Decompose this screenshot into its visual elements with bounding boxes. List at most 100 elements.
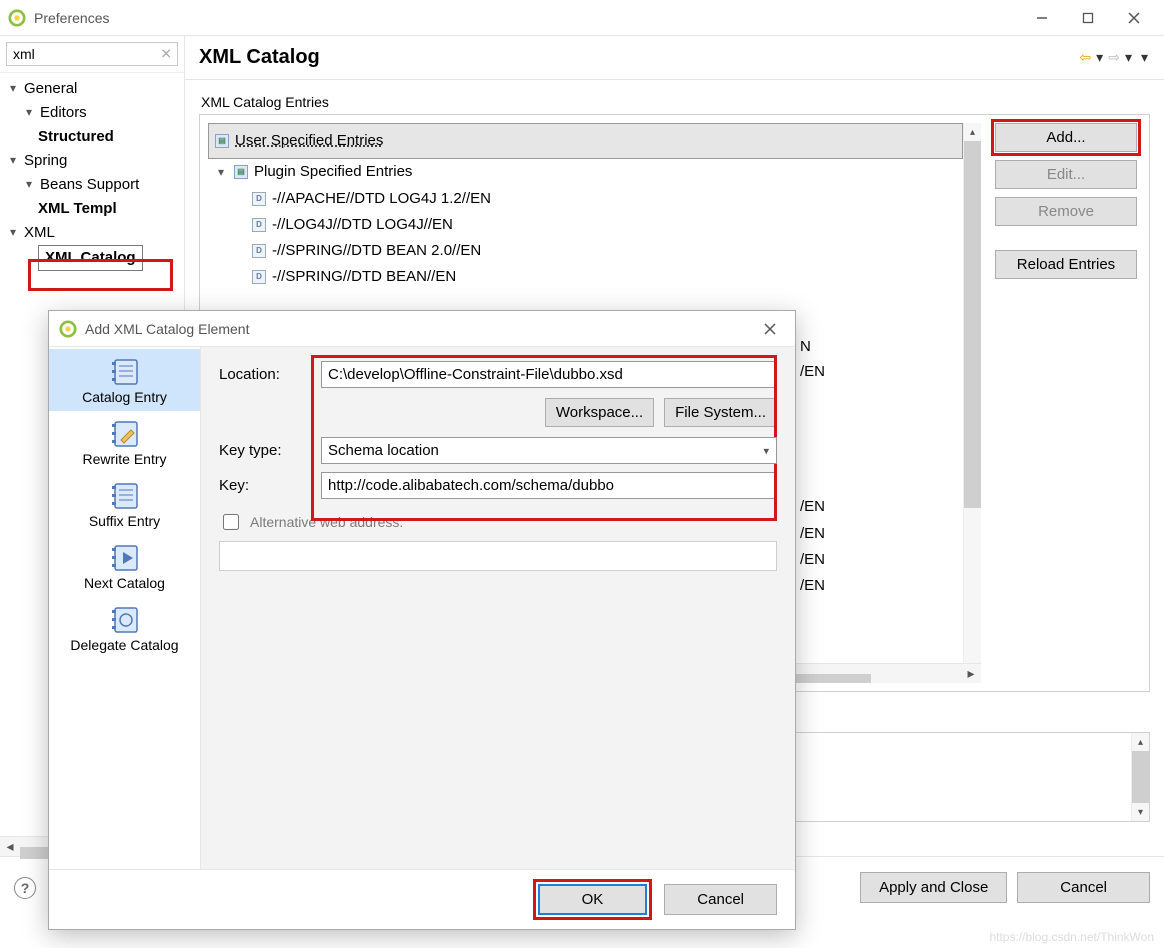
dialog-titlebar: Add XML Catalog Element bbox=[49, 311, 795, 347]
scroll-thumb[interactable] bbox=[1132, 751, 1149, 803]
file-system-button[interactable]: File System... bbox=[664, 398, 777, 427]
tree-item-beans-support[interactable]: ▾Beans Support bbox=[0, 173, 184, 197]
next-catalog-icon bbox=[107, 543, 143, 573]
entry-item[interactable]: D-//SPRING//DTD BEAN//EN bbox=[208, 264, 963, 290]
scroll-left-icon[interactable]: ◂ bbox=[0, 837, 20, 857]
dtd-icon: D bbox=[252, 270, 266, 284]
cancel-button[interactable]: Cancel bbox=[1017, 872, 1150, 903]
key-label: Key: bbox=[219, 477, 315, 494]
tree-item-xml-catalog[interactable]: XML Catalog bbox=[0, 245, 143, 271]
catalog-entry-icon bbox=[107, 357, 143, 387]
peek-text: /EN bbox=[800, 577, 825, 594]
chevron-down-icon: ▾ bbox=[214, 162, 228, 183]
apply-and-close-button[interactable]: Apply and Close bbox=[860, 872, 1007, 903]
back-menu-icon[interactable]: ▾ bbox=[1094, 49, 1105, 66]
peek-text: N bbox=[800, 338, 811, 355]
chevron-down-icon: ▾ bbox=[6, 151, 20, 170]
forward-menu-icon[interactable]: ▾ bbox=[1123, 49, 1134, 66]
entry-item[interactable]: D-//APACHE//DTD LOG4J 1.2//EN bbox=[208, 186, 963, 212]
add-xml-catalog-element-dialog: Add XML Catalog Element Catalog Entry Re… bbox=[48, 310, 796, 930]
tab-next-catalog[interactable]: Next Catalog bbox=[49, 535, 200, 597]
filter-input[interactable] bbox=[6, 42, 178, 66]
tab-catalog-entry[interactable]: Catalog Entry bbox=[49, 349, 200, 411]
tab-label: Delegate Catalog bbox=[70, 637, 178, 653]
tab-label: Suffix Entry bbox=[89, 513, 160, 529]
key-type-select[interactable]: Schema location bbox=[321, 437, 777, 464]
scroll-up-icon[interactable]: ▴ bbox=[964, 123, 981, 141]
watermark: https://blog.csdn.net/ThinkWon bbox=[989, 930, 1154, 944]
delegate-catalog-icon bbox=[107, 605, 143, 635]
tree-item-structured[interactable]: Structured bbox=[0, 125, 184, 149]
chevron-down-icon: ▾ bbox=[22, 103, 36, 122]
maximize-icon bbox=[1082, 12, 1094, 24]
dialog-tab-list: Catalog Entry Rewrite Entry Suffix Entry… bbox=[49, 347, 201, 869]
tab-delegate-catalog[interactable]: Delegate Catalog bbox=[49, 597, 200, 659]
entry-user-specified[interactable]: ▤ User Specified Entries bbox=[208, 123, 963, 159]
scroll-down-icon[interactable]: ▾ bbox=[1132, 803, 1149, 821]
peek-text: /EN bbox=[800, 498, 825, 515]
rewrite-entry-icon bbox=[107, 419, 143, 449]
highlight-annotation: OK bbox=[533, 879, 653, 920]
clear-icon[interactable]: ✕ bbox=[160, 46, 172, 63]
entry-plugin-specified[interactable]: ▾ ▤ Plugin Specified Entries bbox=[208, 159, 963, 185]
workspace-button[interactable]: Workspace... bbox=[545, 398, 654, 427]
window-close-button[interactable] bbox=[1112, 4, 1156, 32]
forward-icon[interactable]: ⇨ bbox=[1106, 49, 1122, 66]
tree-item-editors[interactable]: ▾Editors bbox=[0, 101, 184, 125]
add-button[interactable]: Add... bbox=[995, 123, 1137, 152]
alternative-web-address-checkbox[interactable] bbox=[223, 514, 239, 530]
folder-icon: ▤ bbox=[215, 134, 229, 148]
key-type-label: Key type: bbox=[219, 442, 315, 459]
chevron-down-icon: ▾ bbox=[22, 175, 36, 194]
help-button[interactable]: ? bbox=[14, 877, 36, 899]
details-vertical-scrollbar[interactable]: ▴ ▾ bbox=[1131, 733, 1149, 821]
window-title: Preferences bbox=[34, 10, 1020, 26]
dialog-cancel-button[interactable]: Cancel bbox=[664, 884, 777, 915]
close-icon bbox=[1128, 12, 1140, 24]
back-icon[interactable]: ⇦ bbox=[1077, 49, 1093, 66]
view-menu-icon[interactable]: ▾ bbox=[1139, 49, 1150, 66]
entry-item[interactable]: D-//LOG4J//DTD LOG4J//EN bbox=[208, 212, 963, 238]
peek-text: /EN bbox=[800, 363, 825, 380]
eclipse-logo-icon bbox=[59, 320, 77, 338]
tab-label: Rewrite Entry bbox=[82, 451, 166, 467]
scroll-up-icon[interactable]: ▴ bbox=[1132, 733, 1149, 751]
entries-vertical-scrollbar[interactable]: ▴ ▾ bbox=[963, 123, 981, 683]
tab-suffix-entry[interactable]: Suffix Entry bbox=[49, 473, 200, 535]
window-maximize-button[interactable] bbox=[1066, 4, 1110, 32]
location-input[interactable] bbox=[321, 361, 777, 388]
tree-item-spring[interactable]: ▾Spring bbox=[0, 149, 184, 173]
tab-rewrite-entry[interactable]: Rewrite Entry bbox=[49, 411, 200, 473]
scroll-thumb[interactable] bbox=[964, 141, 981, 508]
ok-button[interactable]: OK bbox=[538, 884, 648, 915]
tree-item-xml[interactable]: ▾XML bbox=[0, 221, 184, 245]
dialog-footer: OK Cancel bbox=[49, 869, 795, 929]
remove-button: Remove bbox=[995, 197, 1137, 226]
highlight-annotation: Add... bbox=[991, 119, 1141, 156]
tree-item-general[interactable]: ▾General bbox=[0, 77, 184, 101]
minimize-icon bbox=[1036, 12, 1048, 24]
alternative-web-address-input bbox=[219, 541, 777, 571]
scroll-right-icon[interactable]: ▸ bbox=[961, 664, 981, 684]
chevron-down-icon: ▾ bbox=[6, 223, 20, 242]
peek-text: /EN bbox=[800, 525, 825, 542]
folder-icon: ▤ bbox=[234, 165, 248, 179]
entries-label: XML Catalog Entries bbox=[201, 94, 1150, 110]
dtd-icon: D bbox=[252, 218, 266, 232]
eclipse-logo-icon bbox=[8, 9, 26, 27]
dialog-close-button[interactable] bbox=[755, 315, 785, 343]
suffix-entry-icon bbox=[107, 481, 143, 511]
main-titlebar: Preferences bbox=[0, 0, 1164, 36]
page-header: XML Catalog ⇦ ▾ ⇨ ▾ ▾ bbox=[185, 36, 1164, 80]
history-nav: ⇦ ▾ ⇨ ▾ ▾ bbox=[1077, 49, 1150, 66]
edit-button: Edit... bbox=[995, 160, 1137, 189]
reload-entries-button[interactable]: Reload Entries bbox=[995, 250, 1137, 279]
page-title: XML Catalog bbox=[199, 46, 1077, 69]
tree-item-xml-templates[interactable]: XML Templ bbox=[0, 197, 184, 221]
entry-item[interactable]: D-//SPRING//DTD BEAN 2.0//EN bbox=[208, 238, 963, 264]
key-input[interactable] bbox=[321, 472, 777, 499]
window-minimize-button[interactable] bbox=[1020, 4, 1064, 32]
chevron-down-icon: ▾ bbox=[6, 79, 20, 98]
dialog-title: Add XML Catalog Element bbox=[85, 321, 755, 337]
tab-label: Catalog Entry bbox=[82, 389, 167, 405]
